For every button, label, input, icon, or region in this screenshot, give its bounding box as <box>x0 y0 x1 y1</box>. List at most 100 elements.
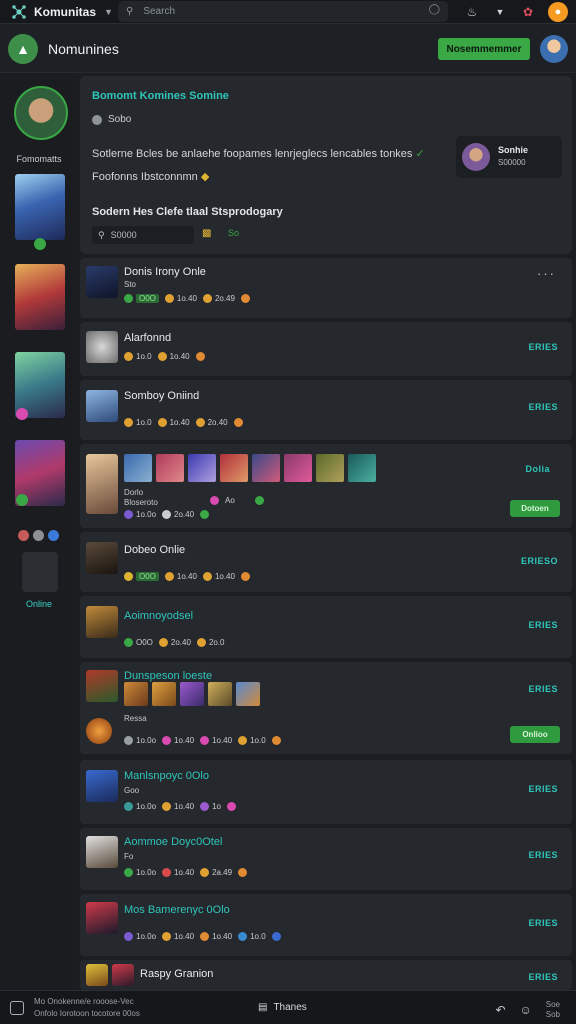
chevron-down-icon[interactable]: ▼ <box>104 7 113 17</box>
stat-value: 2o.0 <box>208 638 225 647</box>
row-title[interactable]: Mos Bamerenyc 0Olo <box>124 904 230 916</box>
expand-icon[interactable] <box>10 1001 24 1015</box>
search-submit-icon[interactable]: ◯ <box>429 4 440 15</box>
status-badge[interactable]: Dolia <box>525 464 550 474</box>
game-art-1[interactable] <box>15 174 65 240</box>
chevron-down-icon[interactable]: ▼ <box>492 4 508 20</box>
row-action-button[interactable]: Dotoen <box>510 500 560 517</box>
globe-icon <box>92 114 102 125</box>
emoji-icon[interactable]: ☺ <box>520 1003 532 1017</box>
feed-row[interactable]: Raspy Granion ERIES <box>80 960 572 990</box>
series-badge[interactable]: ERIES <box>528 918 558 928</box>
thumbnail[interactable] <box>316 454 344 482</box>
row-stats: 1o.0o 1o.40 1o.40 1o.0 <box>124 932 281 941</box>
row-title[interactable]: Alarfonnd <box>124 332 171 344</box>
composer-tag[interactable]: So <box>228 228 239 238</box>
sidebar: Fomomatts Online <box>0 74 78 990</box>
feed-row[interactable]: Alarfonnd 1o.0 1o.40 ERIES <box>80 322 572 376</box>
series-badge[interactable]: ERIES <box>528 850 558 860</box>
row-title[interactable]: Aommoe Doyc0Otel <box>124 836 222 848</box>
row-title[interactable]: Aoimnoyodsel <box>124 610 193 622</box>
status-dots <box>18 530 59 541</box>
star-icon <box>124 418 133 427</box>
feed-row[interactable]: Aommoe Doyc0Otel Fo 1o.0o 1o.40 2a.49 ER… <box>80 828 572 890</box>
series-badge[interactable]: ERIES <box>528 784 558 794</box>
page-title: Nomunines <box>48 40 119 57</box>
row-avatar <box>86 836 118 868</box>
thumbnail-strip <box>124 682 260 706</box>
feed-row[interactable]: Dorlo Bloseroto 1o.0o 2o.40 Ao Dolia Dot… <box>80 444 572 528</box>
row-action-button[interactable]: Onlioo <box>510 726 560 743</box>
tag-icon[interactable]: ▩ <box>202 228 211 239</box>
server-icon[interactable] <box>22 552 58 592</box>
series-badge[interactable]: ERIESO <box>521 556 558 566</box>
profile-avatar[interactable] <box>14 86 68 140</box>
community-avatar[interactable]: ▲ <box>8 33 38 64</box>
row-avatar <box>86 770 118 802</box>
stat-value: 1o.40 <box>174 868 195 877</box>
series-badge[interactable]: ERIES <box>528 620 558 630</box>
status-line-1: Mo Onokenne/e rooose-Vec <box>34 997 134 1006</box>
online-label[interactable]: Online <box>0 599 78 609</box>
stat-value: 1o.0 <box>136 352 152 361</box>
row-title[interactable]: Somboy Oniind <box>124 390 199 402</box>
row-sub: Fo <box>124 852 134 861</box>
feed: Bomomt Komines Somine Sobo Sotlerne Bcle… <box>78 74 576 990</box>
game-icon[interactable]: ✿ <box>520 4 536 20</box>
threads-button[interactable]: ▤ Thanes <box>258 1002 307 1013</box>
row-title[interactable]: Dobeo Onlie <box>124 544 185 556</box>
status-dot-icon[interactable] <box>18 530 29 541</box>
pink-badge-icon <box>16 408 28 420</box>
thumbnail[interactable] <box>180 682 204 706</box>
series-badge[interactable]: ERIES <box>528 402 558 412</box>
thumbnail[interactable] <box>156 454 184 482</box>
notification-icon[interactable]: ● <box>548 2 568 22</box>
feed-row[interactable]: Donis Irony Onle Sto O0O 1o.40 2o.49 ··· <box>80 258 572 318</box>
search-input[interactable]: ⚲ Search ◯ <box>118 1 448 22</box>
feed-row[interactable]: Dobeo Onlie O0O 1o.40 1o.40 ERIESO <box>80 532 572 592</box>
undo-icon[interactable]: ↶ <box>495 1003 505 1017</box>
composer-title[interactable]: Bomomt Komines Somine <box>92 90 229 102</box>
status-dot-icon[interactable] <box>33 530 44 541</box>
profile-name[interactable]: Fomomatts <box>0 154 78 164</box>
app-title[interactable]: Komunitas <box>34 5 96 19</box>
series-badge[interactable]: ERIES <box>528 684 558 694</box>
network-logo-icon[interactable] <box>10 3 28 21</box>
row-title[interactable]: Manlsnpoyc 0Olo <box>124 770 209 782</box>
friend-card[interactable]: Sonhie S00000 <box>456 136 562 178</box>
bell-icon[interactable]: ♨ <box>464 4 480 20</box>
thumbnail[interactable] <box>236 682 260 706</box>
more-options-icon[interactable]: ··· <box>537 266 556 281</box>
feed-row[interactable]: Aoimnoyodsel O0O 2o.40 2o.0 ERIES <box>80 596 572 658</box>
thumbnail[interactable] <box>220 454 248 482</box>
composer-input[interactable]: ⚲ S0000 <box>92 226 194 244</box>
thumbnail[interactable] <box>348 454 376 482</box>
thumbnail[interactable] <box>152 682 176 706</box>
thumbnail[interactable] <box>208 682 232 706</box>
gem-icon <box>200 802 210 811</box>
thumbnail[interactable] <box>124 682 148 706</box>
bottom-right-labels[interactable]: Soe Sob <box>546 1000 560 1020</box>
thumbnail[interactable] <box>124 454 152 482</box>
series-badge[interactable]: ERIES <box>528 972 558 982</box>
star-icon <box>164 294 174 303</box>
row-title[interactable]: Donis Irony Onle <box>124 266 206 278</box>
feed-row[interactable]: Dunspeson loeste Ressa 1o.0o 1o.40 1o.40… <box>80 662 572 754</box>
row-title[interactable]: Raspy Granion <box>140 968 213 980</box>
row-title[interactable]: Dunspeson loeste <box>124 670 212 682</box>
game-art-2[interactable] <box>15 264 65 330</box>
series-badge[interactable]: ERIES <box>528 342 558 352</box>
composer-body-line-2: Foofonns Ibstconnmn ◆ <box>92 170 209 183</box>
thumbnail[interactable] <box>252 454 280 482</box>
thumbnail[interactable] <box>188 454 216 482</box>
row-stats: 1o.0o 1o.40 1o.40 1o.0 <box>124 736 281 745</box>
thumbnail[interactable] <box>284 454 312 482</box>
feed-row[interactable]: Manlsnpoyc 0Olo Goo 1o.0o 1o.40 1o ERIES <box>80 760 572 824</box>
row-avatar <box>86 454 118 514</box>
feed-row[interactable]: Somboy Oniind 1o.0 1o.40 2o.40 ERIES <box>80 380 572 440</box>
header-action-button[interactable]: Nosemmemmer <box>438 38 530 60</box>
feed-row[interactable]: Mos Bamerenyc 0Olo 1o.0o 1o.40 1o.40 1o.… <box>80 894 572 956</box>
composer-card: Bomomt Komines Somine Sobo Sotlerne Bcle… <box>80 76 572 254</box>
status-dot-icon[interactable] <box>48 530 59 541</box>
user-avatar[interactable] <box>540 35 568 63</box>
